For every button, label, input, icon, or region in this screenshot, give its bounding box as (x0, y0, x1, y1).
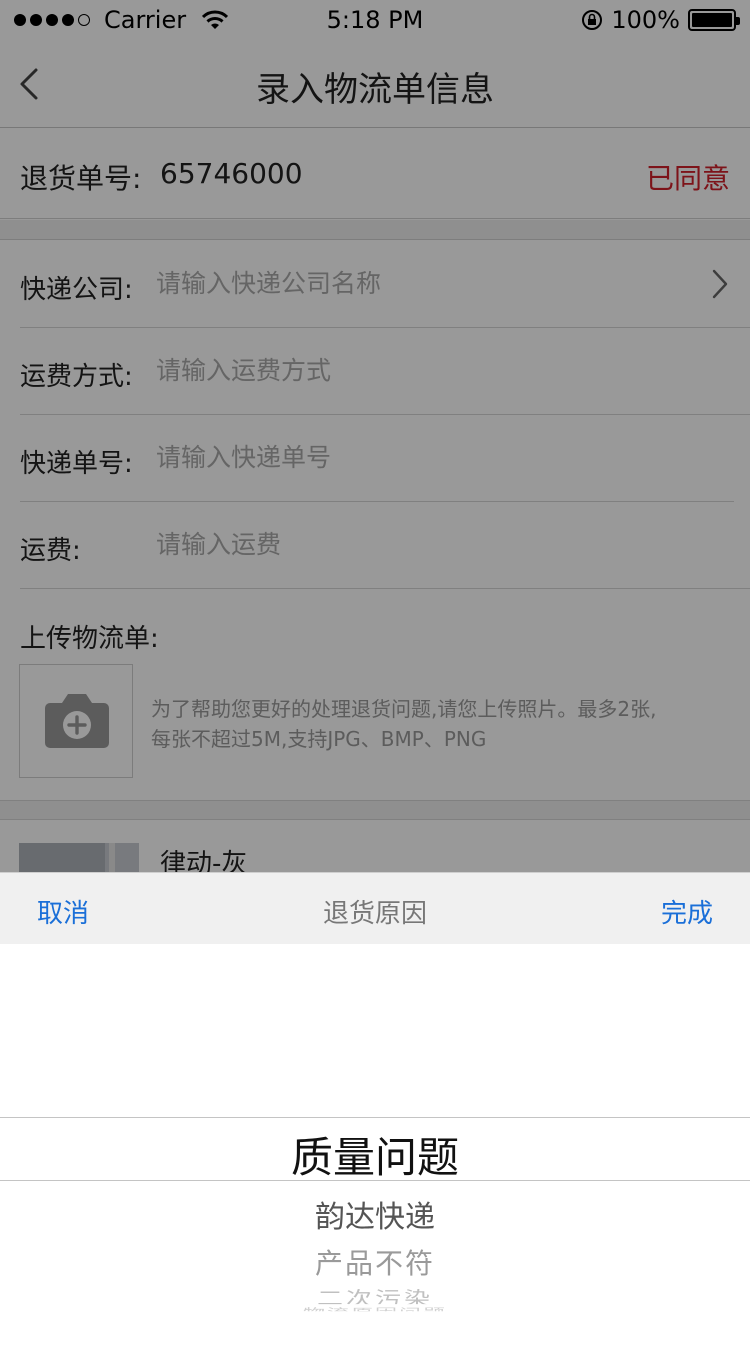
selection-indicator-line (0, 1117, 750, 1118)
picker-option-selected[interactable]: 质量问题 (0, 1124, 750, 1185)
picker-option[interactable]: 二次污染 (0, 1284, 750, 1304)
modal-backdrop[interactable] (0, 0, 750, 872)
done-button[interactable]: 完成 (661, 893, 713, 930)
picker-option[interactable]: 韵达快递 (0, 1192, 750, 1236)
screen: Carrier 5:18 PM 100% 录入物流单信息 退货单号: 65746… (0, 0, 750, 1354)
picker-title: 退货原因 (322, 899, 427, 929)
picker-option[interactable]: 物流原因问题 (0, 1304, 750, 1312)
reason-picker-wheel[interactable]: 质量问题 韵达快递 产品不符 二次污染 物流原因问题 (0, 944, 750, 1354)
picker-option[interactable]: 产品不符 (0, 1242, 750, 1282)
picker-toolbar: 取消 退货原因 完成 (0, 872, 750, 944)
